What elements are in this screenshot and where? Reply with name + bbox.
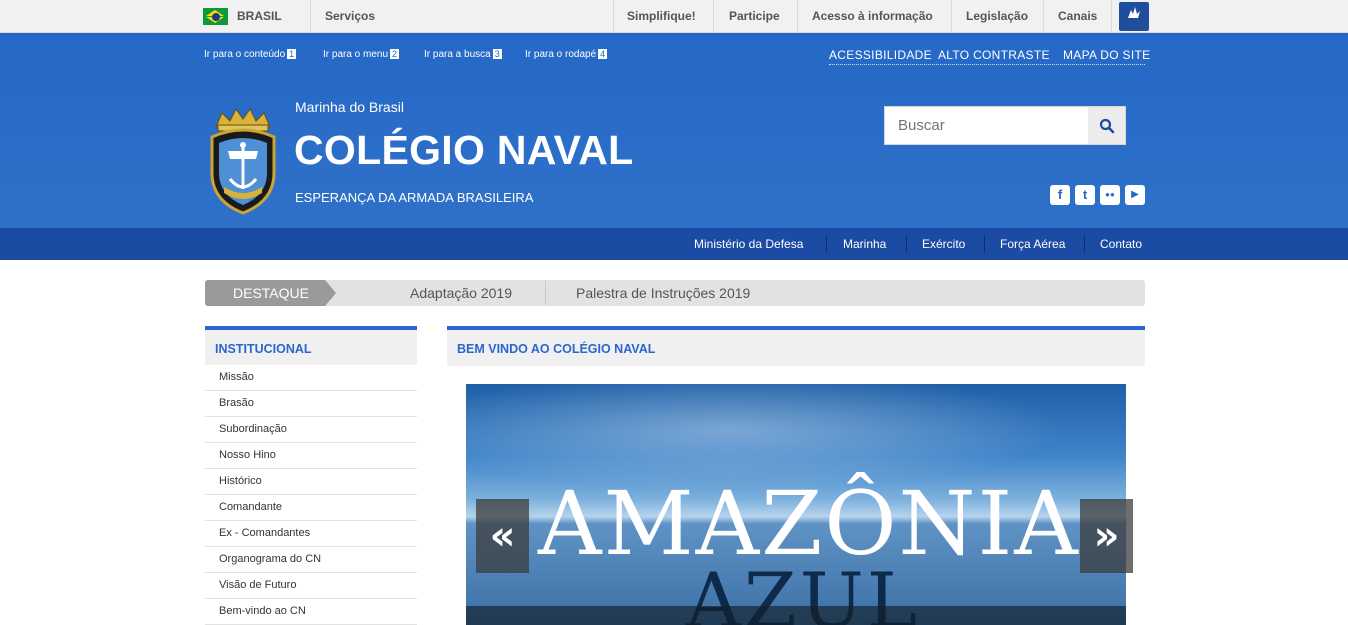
skip-label: Ir para o rodapé [525, 49, 597, 60]
high-contrast-link[interactable]: ALTO CONTRASTE [938, 48, 1050, 62]
divider [1043, 0, 1044, 33]
divider [545, 281, 546, 305]
site-slogan: ESPERANÇA DA ARMADA BRASILEIRA [295, 190, 534, 205]
highlight-link-palestra[interactable]: Palestra de Instruções 2019 [576, 285, 750, 301]
divider [613, 0, 614, 33]
highlights-label: DESTAQUE [205, 280, 325, 306]
gov-link-participe[interactable]: Participe [729, 9, 780, 23]
sidebar-item-historico[interactable]: Histórico [205, 469, 417, 495]
twitter-icon[interactable]: t [1075, 185, 1095, 205]
facebook-glyph: f [1057, 187, 1063, 202]
divider [906, 235, 907, 253]
gov-link-acesso[interactable]: Acesso à informação [812, 9, 933, 23]
divider [826, 235, 827, 253]
gov-bar: BRASIL Serviços Simplifique! Participe A… [0, 0, 1348, 33]
youtube-glyph: ▶ [1131, 189, 1139, 200]
sidebar-item-brasao[interactable]: Brasão [205, 391, 417, 417]
sidebar-item-visao-futuro[interactable]: Visão de Futuro [205, 573, 417, 599]
carousel-prev-button[interactable]: « [476, 499, 529, 573]
sitemap-link[interactable]: MAPA DO SITE [1063, 48, 1150, 62]
skip-label: Ir para o menu [323, 49, 389, 60]
gov-link-legislacao[interactable]: Legislação [966, 9, 1028, 23]
skip-link-content[interactable]: Ir para o conteúdo 1 [204, 49, 297, 60]
gov-link-simplifique[interactable]: Simplifique! [627, 9, 696, 23]
vlibras-icon[interactable] [1119, 2, 1149, 31]
servicos-link[interactable]: Serviços [325, 9, 375, 23]
main-heading: BEM VINDO AO COLÉGIO NAVAL [447, 326, 1145, 366]
colegio-naval-crest-logo[interactable] [208, 103, 278, 218]
youtube-icon[interactable]: ▶ [1125, 185, 1145, 205]
sidebar-item-bem-vindo[interactable]: Bem-vindo ao CN [205, 599, 417, 625]
sidebar-item-missao[interactable]: Missão [205, 365, 417, 391]
hands-icon [1128, 7, 1140, 18]
sidebar-item-comandante[interactable]: Comandante [205, 495, 417, 521]
sidebar-item-organograma[interactable]: Organograma do CN [205, 547, 417, 573]
nav-contato[interactable]: Contato [1100, 237, 1142, 251]
brazil-flag-icon[interactable] [203, 8, 228, 25]
highlights-arrow [325, 280, 336, 306]
gov-link-canais[interactable]: Canais [1058, 9, 1097, 23]
skip-key: 3 [492, 49, 502, 59]
flickr-icon[interactable]: ●● [1100, 185, 1120, 205]
facebook-icon[interactable]: f [1050, 185, 1070, 205]
nav-exercito[interactable]: Exército [922, 237, 965, 251]
skip-key: 2 [390, 49, 400, 59]
search-icon [1099, 118, 1114, 133]
accessibility-link[interactable]: ACESSIBILIDADE [829, 48, 932, 62]
secondary-nav: Ministério da Defesa Marinha Exército Fo… [0, 228, 1348, 260]
nav-forca-aerea[interactable]: Força Aérea [1000, 237, 1065, 251]
brasil-link[interactable]: BRASIL [237, 9, 282, 23]
skip-link-footer[interactable]: Ir para o rodapé 4 [525, 49, 608, 60]
flickr-glyph: ●● [1105, 190, 1115, 199]
nav-ministerio-defesa[interactable]: Ministério da Defesa [694, 237, 803, 251]
main-content: BEM VINDO AO COLÉGIO NAVAL [447, 326, 1145, 366]
skip-link-search[interactable]: Ir para a busca 3 [424, 49, 502, 60]
skip-key: 4 [598, 49, 608, 59]
skip-key: 1 [287, 49, 297, 59]
sidebar-menu: INSTITUCIONAL Missão Brasão Subordinação… [205, 326, 417, 625]
sidebar-heading[interactable]: INSTITUCIONAL [205, 326, 417, 365]
divider [1084, 235, 1085, 253]
highlights-bar: DESTAQUE Adaptação 2019 Palestra de Inst… [205, 280, 1145, 306]
carousel-next-button[interactable]: » [1080, 499, 1133, 573]
search-input[interactable] [885, 107, 1088, 144]
accessibility-underline [829, 64, 1145, 65]
skip-label: Ir para o conteúdo [204, 49, 286, 60]
nav-marinha[interactable]: Marinha [843, 237, 886, 251]
banner-caption-strip [466, 606, 1126, 625]
divider [984, 235, 985, 253]
search-box [884, 106, 1126, 145]
divider [310, 0, 311, 33]
sidebar-item-ex-comandantes[interactable]: Ex - Comandantes [205, 521, 417, 547]
divider [713, 0, 714, 33]
sidebar-item-hino[interactable]: Nosso Hino [205, 443, 417, 469]
divider [1111, 0, 1112, 33]
site-title[interactable]: COLÉGIO NAVAL [294, 127, 634, 174]
skip-link-menu[interactable]: Ir para o menu 2 [323, 49, 400, 60]
site-kicker: Marinha do Brasil [295, 99, 404, 115]
divider [797, 0, 798, 33]
divider [951, 0, 952, 33]
site-header: Ir para o conteúdo 1 Ir para o menu 2 Ir p… [0, 33, 1348, 228]
sidebar-item-subordinacao[interactable]: Subordinação [205, 417, 417, 443]
search-button[interactable] [1088, 107, 1125, 144]
skip-label: Ir para a busca [424, 49, 491, 60]
highlight-link-adaptacao[interactable]: Adaptação 2019 [410, 285, 512, 301]
banner-carousel-image[interactable]: AMAZÔNIA AZUL [466, 384, 1126, 625]
twitter-glyph: t [1082, 187, 1088, 202]
